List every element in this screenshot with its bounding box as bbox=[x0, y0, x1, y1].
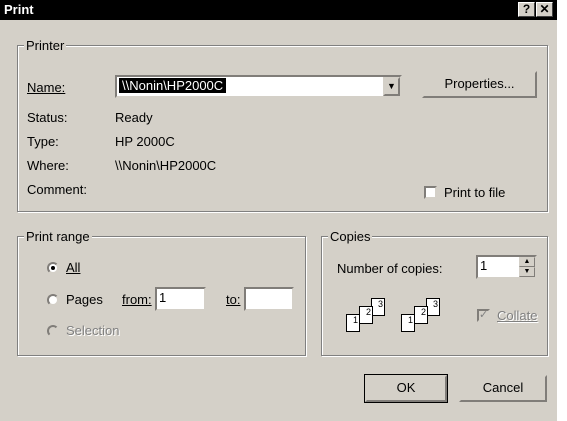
from-label: from: bbox=[122, 292, 152, 307]
from-input[interactable]: 1 bbox=[155, 287, 206, 311]
cancel-button[interactable]: Cancel bbox=[459, 375, 547, 402]
page-3-icon: 3 bbox=[426, 298, 440, 316]
all-label[interactable]: All bbox=[66, 260, 80, 275]
page-1-icon: 1 bbox=[346, 314, 360, 332]
print-to-file-checkbox[interactable] bbox=[424, 186, 437, 199]
selection-label: Selection bbox=[66, 323, 120, 338]
page-2-icon: 2 bbox=[359, 306, 373, 324]
number-of-copies-label: Number of copies: bbox=[337, 261, 443, 276]
copies-input[interactable]: 1 ▲ ▼ bbox=[476, 255, 537, 279]
collate-checkbox[interactable]: ✓ bbox=[477, 309, 490, 322]
type-value: HP 2000C bbox=[115, 134, 175, 149]
page-2-icon: 2 bbox=[414, 306, 428, 324]
type-label: Type: bbox=[27, 134, 59, 149]
properties-button[interactable]: Properties... bbox=[422, 71, 537, 98]
copies-group: Copies bbox=[321, 229, 548, 356]
chevron-down-icon[interactable]: ▼ bbox=[383, 77, 400, 96]
printer-name-label: Name: bbox=[27, 80, 66, 95]
print-to-file-label[interactable]: Print to file bbox=[444, 185, 505, 200]
page-1-icon: 1 bbox=[401, 314, 415, 332]
arrow-down-icon[interactable]: ▼ bbox=[519, 267, 535, 277]
copies-legend: Copies bbox=[328, 229, 373, 244]
cancel-button-label: Cancel bbox=[482, 380, 524, 395]
print-dialog: Print ? ✕ Printer Name: \\Nonin\HP2000C … bbox=[0, 0, 557, 421]
window-title: Print bbox=[4, 2, 34, 17]
print-range-legend: Print range bbox=[24, 229, 92, 244]
printer-name-value: \\Nonin\HP2000C bbox=[119, 78, 227, 93]
arrow-up-icon[interactable]: ▲ bbox=[519, 257, 535, 267]
selection-radio[interactable] bbox=[47, 325, 59, 337]
collate-label: Collate bbox=[497, 308, 538, 323]
status-value: Ready bbox=[115, 110, 153, 125]
where-value: \\Nonin\HP2000C bbox=[115, 158, 217, 173]
where-label: Where: bbox=[27, 158, 69, 173]
page-3-icon: 3 bbox=[371, 298, 385, 316]
ok-button-label: OK bbox=[396, 380, 416, 395]
pages-label[interactable]: Pages bbox=[66, 292, 103, 307]
status-label: Status: bbox=[27, 110, 68, 125]
help-button[interactable]: ? bbox=[518, 2, 535, 17]
comment-label: Comment: bbox=[27, 182, 87, 197]
title-bar[interactable]: Print ? ✕ bbox=[0, 0, 557, 20]
to-input[interactable] bbox=[244, 287, 294, 311]
properties-button-label: Properties... bbox=[444, 76, 515, 91]
all-radio[interactable] bbox=[47, 262, 59, 274]
close-button[interactable]: ✕ bbox=[536, 2, 553, 17]
copies-input-value: 1 bbox=[480, 258, 488, 273]
to-label: to: bbox=[226, 292, 241, 307]
pages-radio[interactable] bbox=[47, 294, 59, 306]
from-input-value: 1 bbox=[159, 290, 167, 305]
printer-name-dropdown[interactable]: \\Nonin\HP2000C ▼ bbox=[115, 75, 402, 98]
printer-group-legend: Printer bbox=[24, 38, 67, 53]
ok-button[interactable]: OK bbox=[364, 374, 448, 403]
